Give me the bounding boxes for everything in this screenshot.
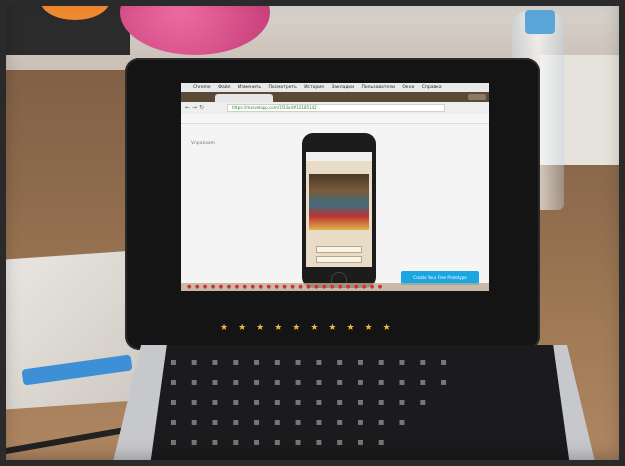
laptop-screen: Chrome Файл Изменить Посмотреть История … xyxy=(181,83,489,291)
reflected-lights: ★★★★★★★★★★ xyxy=(220,323,401,333)
menu-item[interactable]: Справка xyxy=(422,85,442,90)
browser-tab[interactable] xyxy=(215,94,273,102)
papers-left xyxy=(0,250,140,410)
menu-item[interactable]: История xyxy=(304,85,324,90)
phone-app-header xyxy=(306,152,372,161)
keyboard-keys: ▪▪▪▪▪▪▪▪▪▪▪▪▪▪ ▪▪▪▪▪▪▪▪▪▪▪▪▪▪ ▪▪▪▪▪▪▪▪▪▪▪▪… xyxy=(170,357,461,448)
browser-toolbar: ←→↻ https://marvelapp.com/1f33a4#1218514… xyxy=(181,102,489,114)
menu-item[interactable]: Chrome xyxy=(193,85,211,90)
dock-icons[interactable]: ● ● ● ● ● ● ● ● ● ● ● ● ● ● ● ● ● ● ● ● … xyxy=(187,284,383,290)
menu-item[interactable]: Окно xyxy=(402,85,414,90)
menu-item[interactable]: Файл xyxy=(218,85,230,90)
phone-hero-image xyxy=(309,174,369,230)
mac-menubar: Chrome Файл Изменить Посмотреть История … xyxy=(181,83,489,92)
menu-item[interactable]: Закладки xyxy=(331,85,354,90)
phone-screen xyxy=(306,152,372,267)
address-bar[interactable]: https://marvelapp.com/1f33a4#12185142 xyxy=(227,104,445,112)
phone-mockup xyxy=(302,133,376,288)
phone-action-button[interactable] xyxy=(316,246,362,253)
profile-button[interactable] xyxy=(468,94,486,100)
mac-dock: ● ● ● ● ● ● ● ● ● ● ● ● ● ● ● ● ● ● ● ● … xyxy=(181,283,489,291)
menu-item[interactable]: Изменить xyxy=(238,85,261,90)
prototype-label: Vnpakaam xyxy=(191,141,215,146)
photo-scene: Chrome Файл Изменить Посмотреть История … xyxy=(0,0,625,466)
bookmarks-bar xyxy=(181,114,489,124)
browser-tabbar xyxy=(181,92,489,102)
bottle-cap xyxy=(525,10,555,34)
nav-buttons[interactable]: ←→↻ xyxy=(185,104,206,112)
menu-item[interactable]: Пользователи xyxy=(362,85,395,90)
phone-action-button[interactable] xyxy=(316,256,362,263)
menu-item[interactable]: Посмотреть xyxy=(268,85,296,90)
